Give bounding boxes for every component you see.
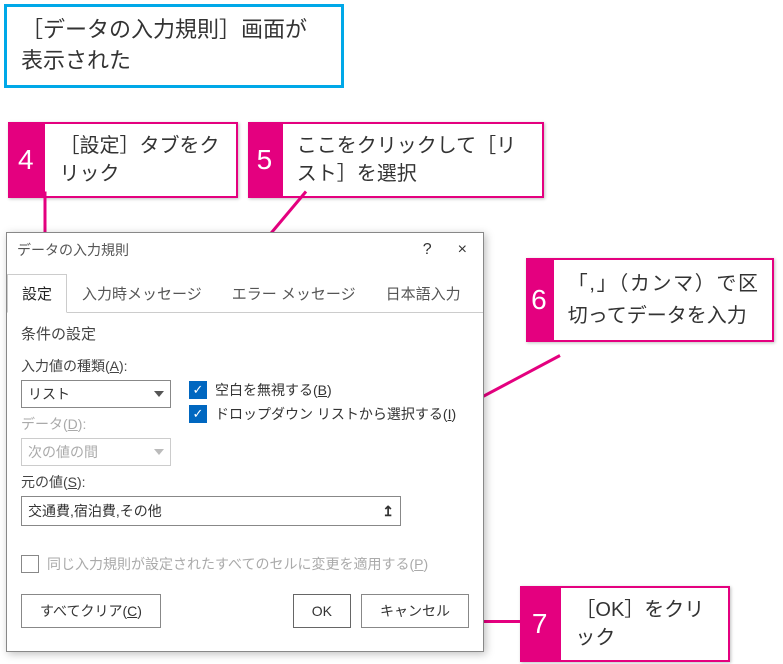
callout-7-num: 7 [520,586,559,662]
incell-dropdown-checkbox[interactable]: ✓ ドロップダウン リストから選択する(I) [189,404,456,424]
callout-5-num: 5 [248,122,281,198]
callout-7: 7 ［OK］をクリック [520,586,730,662]
tab-settings[interactable]: 設定 [7,274,67,313]
source-input[interactable]: 交通費,宿泊費,その他 ↥ [21,496,401,526]
section-title: 条件の設定 [7,313,483,350]
callout-4-num: 4 [8,122,43,198]
ok-button[interactable]: OK [293,594,351,628]
ignore-blank-checkbox[interactable]: ✓ 空白を無視する(B) [189,380,456,400]
help-button[interactable]: ? [415,239,440,261]
source-label: 元の値(S): [21,472,469,492]
chevron-down-icon [154,391,164,397]
allow-value: リスト [28,384,70,404]
caption-box: ［データの入力規則］画面が表示された [4,4,344,88]
tab-input-message[interactable]: 入力時メッセージ [67,274,217,313]
tab-error-alert[interactable]: エラー メッセージ [217,274,371,313]
chevron-down-icon [154,449,164,455]
data-value: 次の値の間 [28,442,98,462]
ignore-blank-label: 空白を無視する(B) [215,380,332,400]
range-picker-icon[interactable]: ↥ [382,503,394,520]
clear-all-button[interactable]: すべてクリア(C) [21,594,161,628]
cancel-button[interactable]: キャンセル [361,594,469,628]
data-label: データ(D): [21,414,171,434]
dialog-title: データの入力規則 [17,240,129,260]
callout-4: 4 ［設定］タブをクリック [8,122,238,198]
titlebar: データの入力規則 ? × [7,233,483,267]
callout-4-text: ［設定］タブをクリック [43,122,238,198]
callout-6: 6 「,」（カンマ）で区切ってデータを入力 [526,258,774,342]
incell-dropdown-label: ドロップダウン リストから選択する(I) [215,404,456,424]
checkbox-checked-icon: ✓ [189,381,207,399]
apply-all-row: 同じ入力規則が設定されたすべてのセルに変更を適用する(P) [7,526,483,584]
callout-6-num: 6 [526,258,552,342]
allow-dropdown[interactable]: リスト [21,380,171,408]
callout-7-text: ［OK］をクリック [559,586,730,662]
checkbox-checked-icon: ✓ [189,405,207,423]
callout-6-text: 「,」（カンマ）で区切ってデータを入力 [552,258,774,342]
apply-all-label: 同じ入力規則が設定されたすべてのセルに変更を適用する(P) [47,554,428,574]
source-value: 交通費,宿泊費,その他 [28,501,162,521]
type-label: 入力値の種類(A): [21,356,171,376]
tab-strip: 設定 入力時メッセージ エラー メッセージ 日本語入力 [7,273,483,313]
tab-ime[interactable]: 日本語入力 [371,274,476,313]
data-validation-dialog: データの入力規則 ? × 設定 入力時メッセージ エラー メッセージ 日本語入力… [6,232,484,652]
checkbox-empty-icon[interactable] [21,555,39,573]
data-dropdown: 次の値の間 [21,438,171,466]
callout-5-text: ここをクリックして［リスト］を選択 [281,122,544,198]
callout-5: 5 ここをクリックして［リスト］を選択 [248,122,544,198]
caption-text: ［データの入力規則］画面が表示された [21,17,307,73]
close-button[interactable]: × [448,239,477,261]
